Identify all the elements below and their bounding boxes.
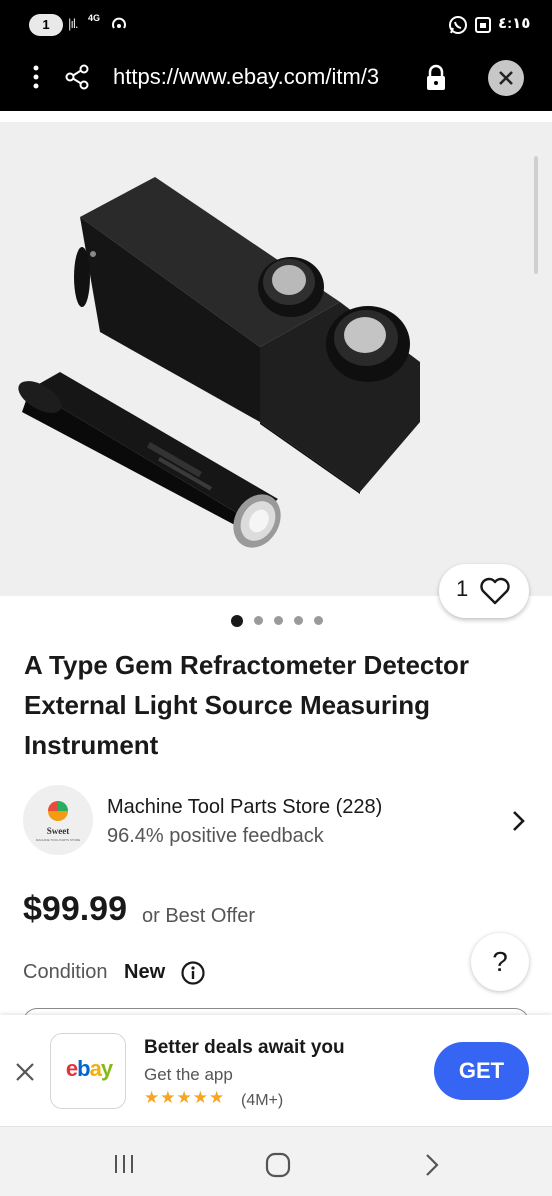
more-options-icon[interactable] [27,62,45,92]
banner-subtitle: Get the app [144,1065,233,1084]
close-tab-button[interactable] [488,60,524,96]
product-title: A Type Gem Refractometer Detector Extern… [24,650,470,760]
sim-indicator: 1 [29,14,63,36]
close-icon[interactable] [13,1060,37,1084]
watchlist-button[interactable]: 1 [439,564,529,618]
condition-label: Condition [23,961,108,983]
status-bar: 1 |ıl. 4G ٤:١٥ [0,0,552,48]
price: $99.99 [23,890,127,928]
whatsapp-icon [449,16,467,34]
screen-record-icon [475,17,491,33]
system-navigation-bar [0,1126,552,1196]
back-icon[interactable] [422,1151,442,1179]
hotspot-icon [112,17,126,29]
product-image-carousel[interactable] [0,111,552,596]
lock-icon[interactable] [424,64,448,92]
chevron-right-icon[interactable] [508,808,528,834]
seller-name[interactable]: Machine Tool Parts Store (228) [107,796,382,819]
image-page-dot[interactable] [314,616,323,625]
seller-feedback: 96.4% positive feedback [107,825,324,847]
address-bar-url[interactable]: https://www.ebay.com/itm/3 [113,62,413,92]
product-photo-refractometer [18,177,420,548]
ebay-app-icon[interactable]: ebay [50,1033,126,1109]
image-page-dot[interactable] [274,616,283,625]
seller-avatar[interactable]: Sweet MACHINE TOOL PARTS STORE [23,785,93,855]
browser-top-bar: 1 |ıl. 4G ٤:١٥ https://www.ebay.com/itm/… [0,0,552,111]
image-page-dot[interactable] [231,615,243,627]
heart-icon [480,577,510,605]
watch-count: 1 [456,576,469,601]
app-download-banner: ebay Better deals await you Get the app … [0,1015,552,1126]
get-app-button[interactable]: GET [434,1042,529,1100]
banner-title: Better deals await you [144,1037,345,1058]
rating-stars-icon: ★★★★★ [144,1088,226,1107]
home-icon[interactable] [264,1151,292,1179]
status-clock: ٤:١٥ [498,15,531,32]
network-type-label: 4G [88,13,101,23]
info-icon[interactable] [180,960,206,986]
close-icon [499,71,513,85]
image-page-dot[interactable] [254,616,263,625]
help-button[interactable]: ? [471,933,529,991]
rating-count: (4M+) [241,1092,284,1109]
condition-value: New [124,961,166,983]
best-offer-label: or Best Offer [142,905,256,927]
recent-apps-icon[interactable] [112,1153,136,1175]
share-icon[interactable] [64,64,90,90]
image-page-dot[interactable] [294,616,303,625]
signal-strength-icon: |ıl. [68,16,78,31]
seller-logo-icon [48,801,68,821]
ebay-logo: ebay [65,1056,113,1081]
